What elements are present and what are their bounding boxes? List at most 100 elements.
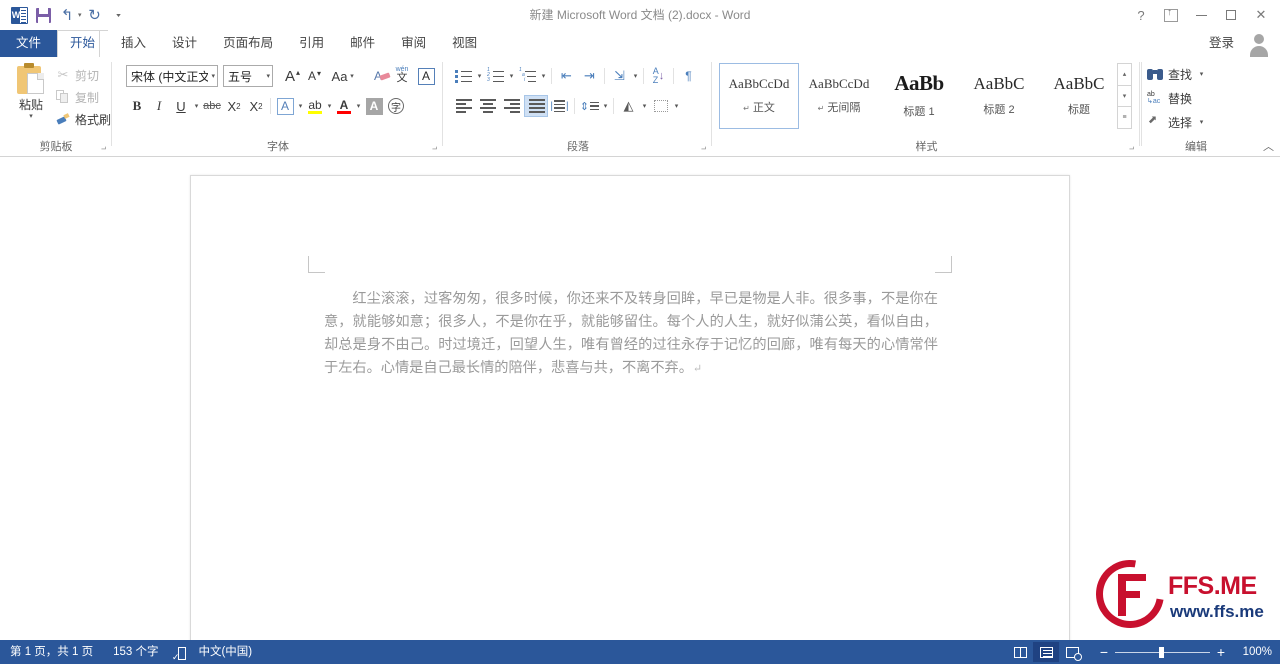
zoom-slider-track[interactable] <box>1115 646 1210 658</box>
select-caret[interactable]: ▾ <box>1197 118 1206 126</box>
styles-more-icon[interactable]: ≡ <box>1118 107 1131 128</box>
document-page[interactable]: 红尘滚滚，过客匆匆，很多时候，你还来不及转身回眸，早已是物是人非。很多事，不是你… <box>190 175 1070 640</box>
select-button[interactable]: 选择 ▾ <box>1147 111 1206 133</box>
show-formatting-marks-icon[interactable]: ¶ <box>677 65 700 87</box>
zoom-out-button[interactable]: − <box>1095 644 1113 660</box>
multilevel-caret[interactable]: ▾ <box>539 72 548 80</box>
bullets-caret[interactable]: ▾ <box>475 72 484 80</box>
asian-layout-caret[interactable]: ▾ <box>631 72 640 80</box>
subscript-button[interactable]: X2 <box>223 95 245 117</box>
document-area[interactable]: 红尘滚滚，过客匆匆，很多时候，你还来不及转身回眸，早已是物是人非。很多事，不是你… <box>0 157 1280 640</box>
styles-scroll-down-icon[interactable]: ▾ <box>1118 86 1131 108</box>
ribbon-display-options-icon[interactable] <box>1156 2 1186 28</box>
zoom-control[interactable]: − + 100% <box>1095 644 1272 660</box>
phonetic-guide-icon[interactable]: wén 文 <box>391 63 413 87</box>
clipboard-dialog-launcher[interactable] <box>101 144 106 153</box>
zoom-in-button[interactable]: + <box>1212 644 1230 660</box>
replace-button[interactable]: ab ↳ac 替换 <box>1147 87 1192 109</box>
font-color-caret[interactable]: ▾ <box>354 102 363 110</box>
find-button[interactable]: 查找 ▾ <box>1147 63 1206 85</box>
redo-icon[interactable]: ↻ <box>84 4 106 26</box>
tab-insert[interactable]: 插入 <box>108 30 159 57</box>
style-item-heading-2[interactable]: AaBbC 标题 2 <box>959 63 1039 129</box>
language-indicator[interactable]: 中文(中国) <box>188 640 262 664</box>
font-name-input[interactable]: 宋体 (中文正文) ▾ <box>126 65 218 87</box>
font-size-caret[interactable]: ▾ <box>263 72 270 80</box>
page-info[interactable]: 第 1 页，共 1 页 <box>0 640 103 664</box>
font-name-caret[interactable]: ▾ <box>208 72 215 80</box>
tab-mailings[interactable]: 邮件 <box>337 30 388 57</box>
shading-caret[interactable]: ▾ <box>640 102 649 110</box>
cut-button[interactable]: ✂ 剪切 <box>56 64 111 86</box>
print-layout-icon[interactable] <box>1033 642 1059 662</box>
distribute-icon[interactable]: | | <box>548 95 571 117</box>
styles-dialog-launcher[interactable] <box>1129 144 1134 153</box>
multilevel-list-icon[interactable]: 1ai <box>516 65 539 87</box>
grow-font-button[interactable]: A ▴ <box>279 65 301 87</box>
character-border-icon[interactable]: A <box>415 65 437 87</box>
format-painter-button[interactable]: 格式刷 <box>56 108 111 130</box>
proofing-errors-icon[interactable] <box>168 645 188 664</box>
sign-in-button[interactable]: 登录 <box>1209 30 1234 57</box>
style-item-no-spacing[interactable]: AaBbCcDd ↵ 无间隔 <box>799 63 879 129</box>
increase-indent-icon[interactable]: ⇥ <box>578 65 601 87</box>
align-justify-icon[interactable] <box>524 95 548 117</box>
copy-button[interactable]: 复制 <box>56 86 111 108</box>
align-left-icon[interactable] <box>452 95 476 117</box>
highlight-caret[interactable]: ▾ <box>325 102 334 110</box>
paragraph-dialog-launcher[interactable] <box>701 144 706 153</box>
line-spacing-icon[interactable]: ⇕ <box>578 95 601 117</box>
font-size-input[interactable]: 五号 ▾ <box>223 65 273 87</box>
font-dialog-launcher[interactable] <box>432 144 437 153</box>
decrease-indent-icon[interactable]: ⇤ <box>555 65 578 87</box>
bold-button[interactable]: B <box>126 95 148 117</box>
paste-button[interactable]: 粘贴 ▾ <box>8 63 54 120</box>
document-body-text[interactable]: 红尘滚滚，过客匆匆，很多时候，你还来不及转身回眸，早已是物是人非。很多事，不是你… <box>324 288 938 380</box>
styles-gallery-scrollbar[interactable]: ▴ ▾ ≡ <box>1117 63 1132 129</box>
line-spacing-caret[interactable]: ▾ <box>601 102 610 110</box>
bullets-icon[interactable] <box>452 65 475 87</box>
tab-review[interactable]: 审阅 <box>388 30 439 57</box>
style-item-heading-1[interactable]: AaBb 标题 1 <box>879 63 959 129</box>
shading-icon[interactable]: ◭ <box>617 95 640 117</box>
font-color-icon[interactable]: A <box>334 95 354 117</box>
enclose-characters-icon[interactable]: 字 <box>385 95 407 117</box>
italic-button[interactable]: I <box>148 95 170 117</box>
word-count[interactable]: 153 个字 <box>103 640 168 664</box>
web-layout-icon[interactable] <box>1059 642 1085 662</box>
read-mode-icon[interactable] <box>1007 642 1033 662</box>
word-app-icon[interactable]: W <box>8 4 30 26</box>
find-caret[interactable]: ▾ <box>1197 70 1206 78</box>
paste-dropdown-caret[interactable]: ▾ <box>8 112 54 120</box>
underline-button[interactable]: U <box>170 95 192 117</box>
text-effects-icon[interactable]: A <box>274 95 296 117</box>
borders-caret[interactable]: ▾ <box>672 102 681 110</box>
minimize-icon[interactable] <box>1186 2 1216 28</box>
tab-file[interactable]: 文件 <box>0 30 58 57</box>
borders-icon[interactable] <box>649 95 672 117</box>
asian-layout-icon[interactable]: ⇲ <box>608 65 631 87</box>
save-icon[interactable] <box>32 4 54 26</box>
change-case-button[interactable]: Aa ▾ <box>329 65 359 87</box>
customize-quick-access-icon[interactable]: ▾ <box>108 4 130 26</box>
undo-dropdown-caret[interactable]: ▾ <box>78 11 82 19</box>
change-case-caret[interactable]: ▾ <box>347 72 356 80</box>
tab-view[interactable]: 视图 <box>439 30 490 57</box>
shrink-font-button[interactable]: A ▾ <box>301 65 323 87</box>
help-icon[interactable]: ? <box>1126 2 1156 28</box>
underline-caret[interactable]: ▾ <box>192 102 201 110</box>
maximize-icon[interactable] <box>1216 2 1246 28</box>
numbering-caret[interactable]: ▾ <box>507 72 516 80</box>
align-center-icon[interactable] <box>476 95 500 117</box>
collapse-ribbon-icon[interactable]: ︿ <box>1263 138 1274 154</box>
character-shading-icon[interactable]: A <box>363 95 385 117</box>
tab-references[interactable]: 引用 <box>286 30 337 57</box>
superscript-button[interactable]: X2 <box>245 95 267 117</box>
zoom-slider-thumb[interactable] <box>1159 646 1164 658</box>
close-icon[interactable]: ✕ <box>1246 2 1276 28</box>
sort-icon[interactable]: A Z ↓ <box>647 65 670 87</box>
clear-formatting-icon[interactable]: A <box>367 65 391 87</box>
text-effects-caret[interactable]: ▾ <box>296 102 305 110</box>
tab-page-layout[interactable]: 页面布局 <box>210 30 286 57</box>
undo-icon[interactable]: ↰ <box>56 4 78 26</box>
